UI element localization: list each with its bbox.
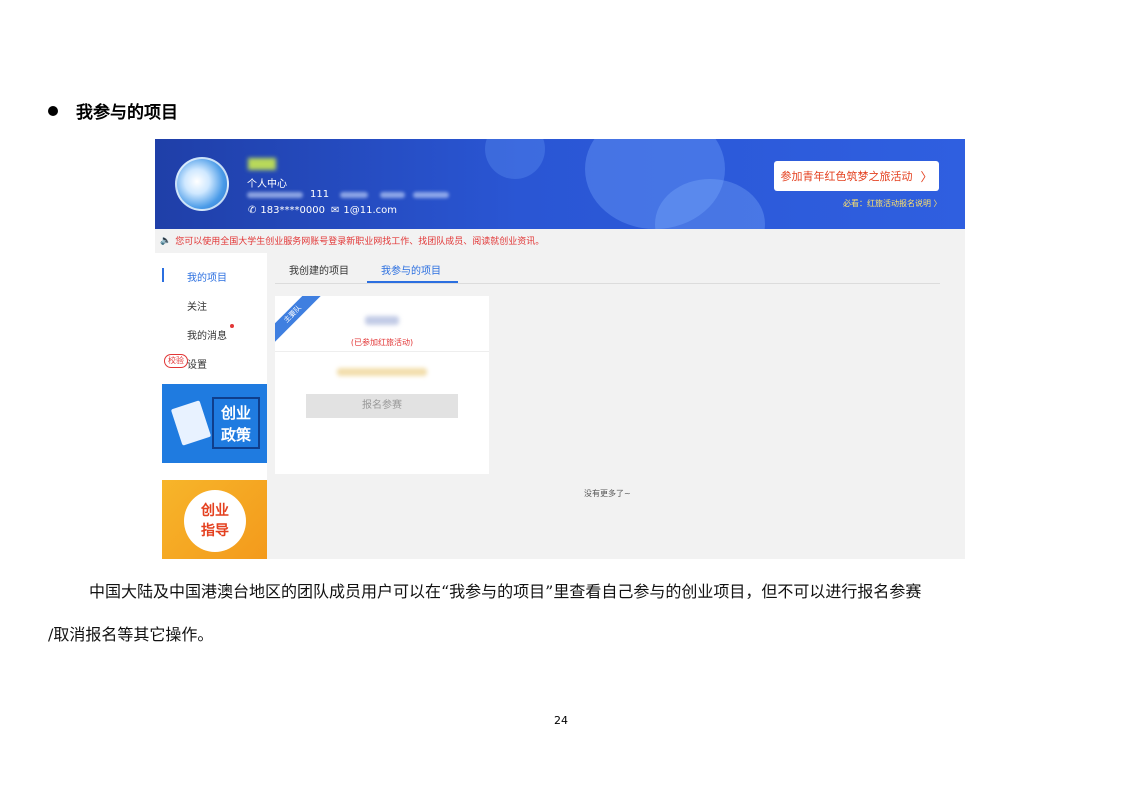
chevron-right-icon: 〉 <box>920 169 933 184</box>
sidebar-item-my-projects[interactable]: 我的项目 <box>187 269 227 284</box>
tab-divider <box>275 283 940 284</box>
redacted-info <box>340 192 368 198</box>
sidebar-item-follow[interactable]: 关注 <box>187 298 207 313</box>
active-tab-underline <box>367 281 458 283</box>
must-read-link[interactable]: 必看：红旅活动报名说明 〉 <box>843 198 942 209</box>
redacted-info <box>413 192 449 198</box>
page-number: 24 <box>554 714 568 727</box>
verify-badge: 校验 <box>164 354 188 368</box>
redacted-info <box>247 192 303 198</box>
paragraph-line-1: 中国大陆及中国港澳台地区的团队成员用户可以在“我参与的项目”里查看自己参与的创业… <box>89 582 922 601</box>
email-contact: ✉ 1@11.com <box>331 205 397 216</box>
personal-center-label: 个人中心 <box>247 179 287 190</box>
redacted-info <box>380 192 405 198</box>
paragraph-line-2: /取消报名等其它操作。 <box>48 625 214 644</box>
register-button[interactable]: 报名参赛 <box>306 394 458 418</box>
screenshot-figure: 个人中心 111 ✆ 183****0000 ✉ 1@11.com 参加青年红色… <box>155 139 965 559</box>
join-button-label: 参加青年红色筑梦之旅活动 <box>780 170 913 183</box>
promo-policy-text: 创业 政策 <box>212 397 260 449</box>
project-name-redacted <box>365 316 399 325</box>
profile-banner: 个人中心 111 ✆ 183****0000 ✉ 1@11.com 参加青年红色… <box>155 139 965 229</box>
avatar[interactable] <box>175 157 229 211</box>
red-tour-status: (已参加红旅活动) <box>350 338 414 347</box>
promo-guide-text: 创业 指导 <box>184 490 246 552</box>
email-address: 1@11.com <box>343 205 398 216</box>
active-indicator <box>162 268 164 282</box>
phone-number: 183****0000 <box>260 205 325 216</box>
sidebar-item-settings[interactable]: 设置 <box>187 356 207 371</box>
phone-icon: ✆ <box>248 205 257 216</box>
mail-icon: ✉ <box>331 205 340 216</box>
document-icon <box>170 400 212 446</box>
speaker-icon: 🔈 <box>160 235 172 246</box>
username-redacted <box>248 158 276 170</box>
card-divider <box>275 351 489 352</box>
project-info-redacted <box>337 368 427 376</box>
promo-policy-banner[interactable]: 创业 政策 <box>162 384 267 463</box>
join-red-tour-button[interactable]: 参加青年红色筑梦之旅活动 〉 <box>774 161 939 191</box>
section-heading: 我参与的项目 <box>48 98 178 123</box>
user-id: 111 <box>310 189 330 200</box>
phone-contact: ✆ 183****0000 <box>248 205 325 216</box>
bullet-icon <box>48 105 58 116</box>
notice-bar: 🔈 您可以使用全国大学生创业服务网账号登录新职业网找工作、找团队成员、阅读就创业… <box>160 234 545 248</box>
sidebar-item-messages[interactable]: 我的消息 <box>187 327 227 342</box>
project-card[interactable]: 主要队 (已参加红旅活动) 报名参赛 <box>275 296 489 474</box>
tab-created-projects[interactable]: 我创建的项目 <box>289 262 349 277</box>
no-more-text: 没有更多了~ <box>584 489 631 498</box>
tab-joined-projects[interactable]: 我参与的项目 <box>381 262 441 277</box>
promo-guide-banner[interactable]: 创业 指导 <box>162 480 267 559</box>
notice-text: 您可以使用全国大学生创业服务网账号登录新职业网找工作、找团队成员、阅读就创业资讯… <box>175 237 545 247</box>
section-title: 我参与的项目 <box>76 103 178 123</box>
unread-dot <box>230 324 234 328</box>
